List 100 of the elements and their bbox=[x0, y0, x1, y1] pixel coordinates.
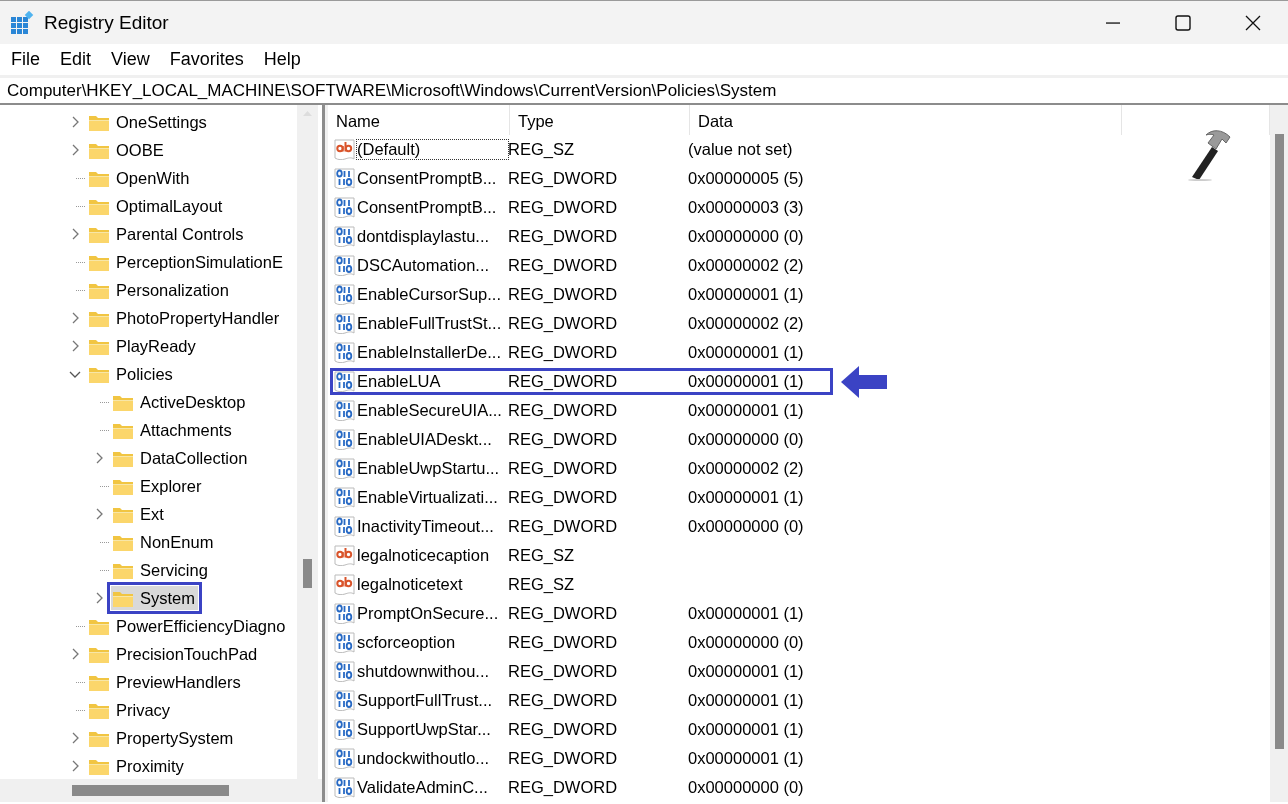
value-data: 0x00000001 (1) bbox=[688, 749, 805, 768]
value-data: 0x00000005 (5) bbox=[688, 169, 805, 188]
app-icon bbox=[10, 10, 34, 35]
tree-item[interactable]: DataCollection bbox=[111, 446, 251, 470]
value-row[interactable]: SupportFullTrust... REG_DWORD 0x00000001 (1) bbox=[330, 687, 833, 714]
close-icon bbox=[1244, 13, 1262, 32]
value-name: undockwithoutlo... bbox=[357, 749, 491, 768]
value-data: 0x00000001 (1) bbox=[688, 691, 805, 710]
value-name: dontdisplaylastu... bbox=[357, 227, 491, 246]
value-type: REG_DWORD bbox=[508, 256, 619, 275]
tree-item[interactable]: Parental Controls bbox=[87, 222, 247, 246]
value-row[interactable]: scforceoption REG_DWORD 0x00000000 (0) bbox=[330, 629, 833, 656]
value-data: 0x00000000 (0) bbox=[688, 430, 805, 449]
scrollbar-thumb[interactable] bbox=[303, 559, 312, 588]
value-type: REG_DWORD bbox=[508, 314, 619, 333]
tree-item[interactable]: Explorer bbox=[111, 474, 205, 498]
value-row[interactable]: ConsentPromptB... REG_DWORD 0x00000005 (5) bbox=[330, 165, 833, 192]
vertical-scrollbar[interactable] bbox=[1270, 105, 1288, 802]
value-name: scforceoption bbox=[357, 633, 457, 652]
value-type: REG_DWORD bbox=[508, 169, 619, 188]
tree-item[interactable]: Attachments bbox=[111, 418, 235, 442]
value-name: EnableUwpStartu... bbox=[357, 459, 501, 478]
value-row[interactable]: legalnoticetext REG_SZ bbox=[330, 571, 833, 598]
tree-item[interactable]: ActiveDesktop bbox=[111, 390, 249, 414]
menu-item[interactable]: File bbox=[1, 49, 50, 70]
value-row[interactable]: shutdownwithou... REG_DWORD 0x00000001 (1) bbox=[330, 658, 833, 685]
column-header[interactable]: Type bbox=[510, 105, 690, 135]
vertical-scrollbar[interactable] bbox=[297, 105, 318, 779]
value-row[interactable]: undockwithoutlo... REG_DWORD 0x00000001 (1) bbox=[330, 745, 833, 772]
tree-item[interactable]: Servicing bbox=[111, 558, 211, 582]
value-name: SupportFullTrust... bbox=[357, 691, 494, 710]
value-type: REG_DWORD bbox=[508, 662, 619, 681]
tree-item[interactable]: PropertySystem bbox=[87, 726, 237, 750]
value-name: EnableInstallerDe... bbox=[357, 343, 502, 362]
value-type: REG_DWORD bbox=[508, 691, 619, 710]
tree-item[interactable]: OptimalLayout bbox=[87, 194, 226, 218]
tree-item[interactable]: Personalization bbox=[87, 278, 232, 302]
value-row[interactable]: PromptOnSecure... REG_DWORD 0x00000001 (1) bbox=[330, 600, 833, 627]
tree-item[interactable]: OOBE bbox=[87, 138, 167, 162]
value-type: REG_DWORD bbox=[508, 343, 619, 362]
value-row[interactable]: ConsentPromptB... REG_DWORD 0x00000003 (3) bbox=[330, 194, 833, 221]
value-data: 0x00000002 (2) bbox=[688, 459, 805, 478]
value-row[interactable]: legalnoticecaption REG_SZ bbox=[330, 542, 833, 569]
menu-item[interactable]: Favorites bbox=[159, 49, 254, 70]
value-row[interactable]: EnableCursorSup... REG_DWORD 0x00000001 (1) bbox=[330, 281, 833, 308]
value-name: legalnoticecaption bbox=[357, 546, 491, 565]
value-type: REG_DWORD bbox=[508, 459, 619, 478]
value-type: REG_DWORD bbox=[508, 372, 619, 391]
tree-item[interactable]: PrecisionTouchPad bbox=[87, 642, 261, 666]
tree-item[interactable]: Privacy bbox=[87, 698, 174, 722]
column-header[interactable]: Data bbox=[690, 105, 1122, 135]
value-type: REG_DWORD bbox=[508, 227, 619, 246]
value-data: 0x00000001 (1) bbox=[688, 372, 805, 391]
value-data: 0x00000001 (1) bbox=[688, 401, 805, 420]
tree-item[interactable]: PowerEfficiencyDiagno bbox=[87, 614, 289, 638]
value-data: 0x00000001 (1) bbox=[688, 285, 805, 304]
tree-item[interactable]: OneSettings bbox=[87, 110, 210, 134]
menu-item[interactable]: Edit bbox=[50, 49, 102, 70]
tree-item[interactable]: PlayReady bbox=[87, 334, 199, 358]
value-row[interactable]: EnableFullTrustSt... REG_DWORD 0x00000002 (2) bbox=[330, 310, 833, 337]
value-row[interactable]: ValidateAdminC... REG_DWORD 0x00000000 (0) bbox=[330, 774, 833, 801]
value-type: REG_DWORD bbox=[508, 633, 619, 652]
value-row[interactable]: SupportUwpStar... REG_DWORD 0x00000001 (1) bbox=[330, 716, 833, 743]
value-row[interactable]: EnableUIADeskt... REG_DWORD 0x00000000 (0) bbox=[330, 426, 833, 453]
value-row[interactable]: EnableUwpStartu... REG_DWORD 0x00000002 (2) bbox=[330, 455, 833, 482]
column-header[interactable]: Name bbox=[328, 105, 510, 135]
value-type: REG_SZ bbox=[508, 140, 576, 159]
menu-item[interactable]: View bbox=[101, 49, 160, 70]
tree-item[interactable]: Proximity bbox=[87, 754, 187, 778]
value-type: REG_DWORD bbox=[508, 430, 619, 449]
tree-item[interactable]: NonEnum bbox=[111, 530, 217, 554]
menu-item[interactable]: Help bbox=[253, 49, 311, 70]
arrow-annotation bbox=[839, 363, 889, 400]
value-name: EnableFullTrustSt... bbox=[357, 314, 503, 333]
value-name: (Default) bbox=[357, 140, 508, 159]
value-row[interactable]: EnableSecureUIA... REG_DWORD 0x00000001 (1) bbox=[330, 397, 833, 424]
value-row[interactable]: (Default) REG_SZ (value not set) bbox=[330, 136, 833, 163]
tree-item[interactable]: PreviewHandlers bbox=[87, 670, 244, 694]
tree-item[interactable]: OpenWith bbox=[87, 166, 193, 190]
tree-item[interactable]: PhotoPropertyHandler bbox=[87, 306, 283, 330]
tree-item[interactable]: PerceptionSimulationE bbox=[87, 250, 286, 274]
value-type: REG_DWORD bbox=[508, 488, 619, 507]
scrollbar-thumb[interactable] bbox=[1275, 134, 1284, 749]
value-name: EnableSecureUIA... bbox=[357, 401, 503, 420]
value-name: EnableVirtualizati... bbox=[357, 488, 499, 507]
window-title: Registry Editor bbox=[44, 11, 170, 34]
scrollbar-thumb[interactable] bbox=[72, 785, 229, 796]
value-data: 0x00000001 (1) bbox=[688, 662, 805, 681]
value-row[interactable]: EnableInstallerDe... REG_DWORD 0x00000001 (1) bbox=[330, 339, 833, 366]
value-row[interactable]: EnableLUA REG_DWORD 0x00000001 (1) bbox=[330, 368, 833, 395]
value-row[interactable]: InactivityTimeout... REG_DWORD 0x00000000 (0) bbox=[330, 513, 833, 540]
tree-item[interactable]: Ext bbox=[111, 502, 167, 526]
horizontal-scrollbar[interactable] bbox=[0, 779, 322, 802]
value-row[interactable]: dontdisplaylastu... REG_DWORD 0x00000000 (0) bbox=[330, 223, 833, 250]
value-data: 0x00000001 (1) bbox=[688, 604, 805, 623]
value-type: REG_DWORD bbox=[508, 285, 619, 304]
value-type: REG_DWORD bbox=[508, 401, 619, 420]
value-row[interactable]: EnableVirtualizati... REG_DWORD 0x00000001 (1) bbox=[330, 484, 833, 511]
tree-item[interactable]: Policies bbox=[87, 362, 176, 386]
value-row[interactable]: DSCAutomation... REG_DWORD 0x00000002 (2) bbox=[330, 252, 833, 279]
